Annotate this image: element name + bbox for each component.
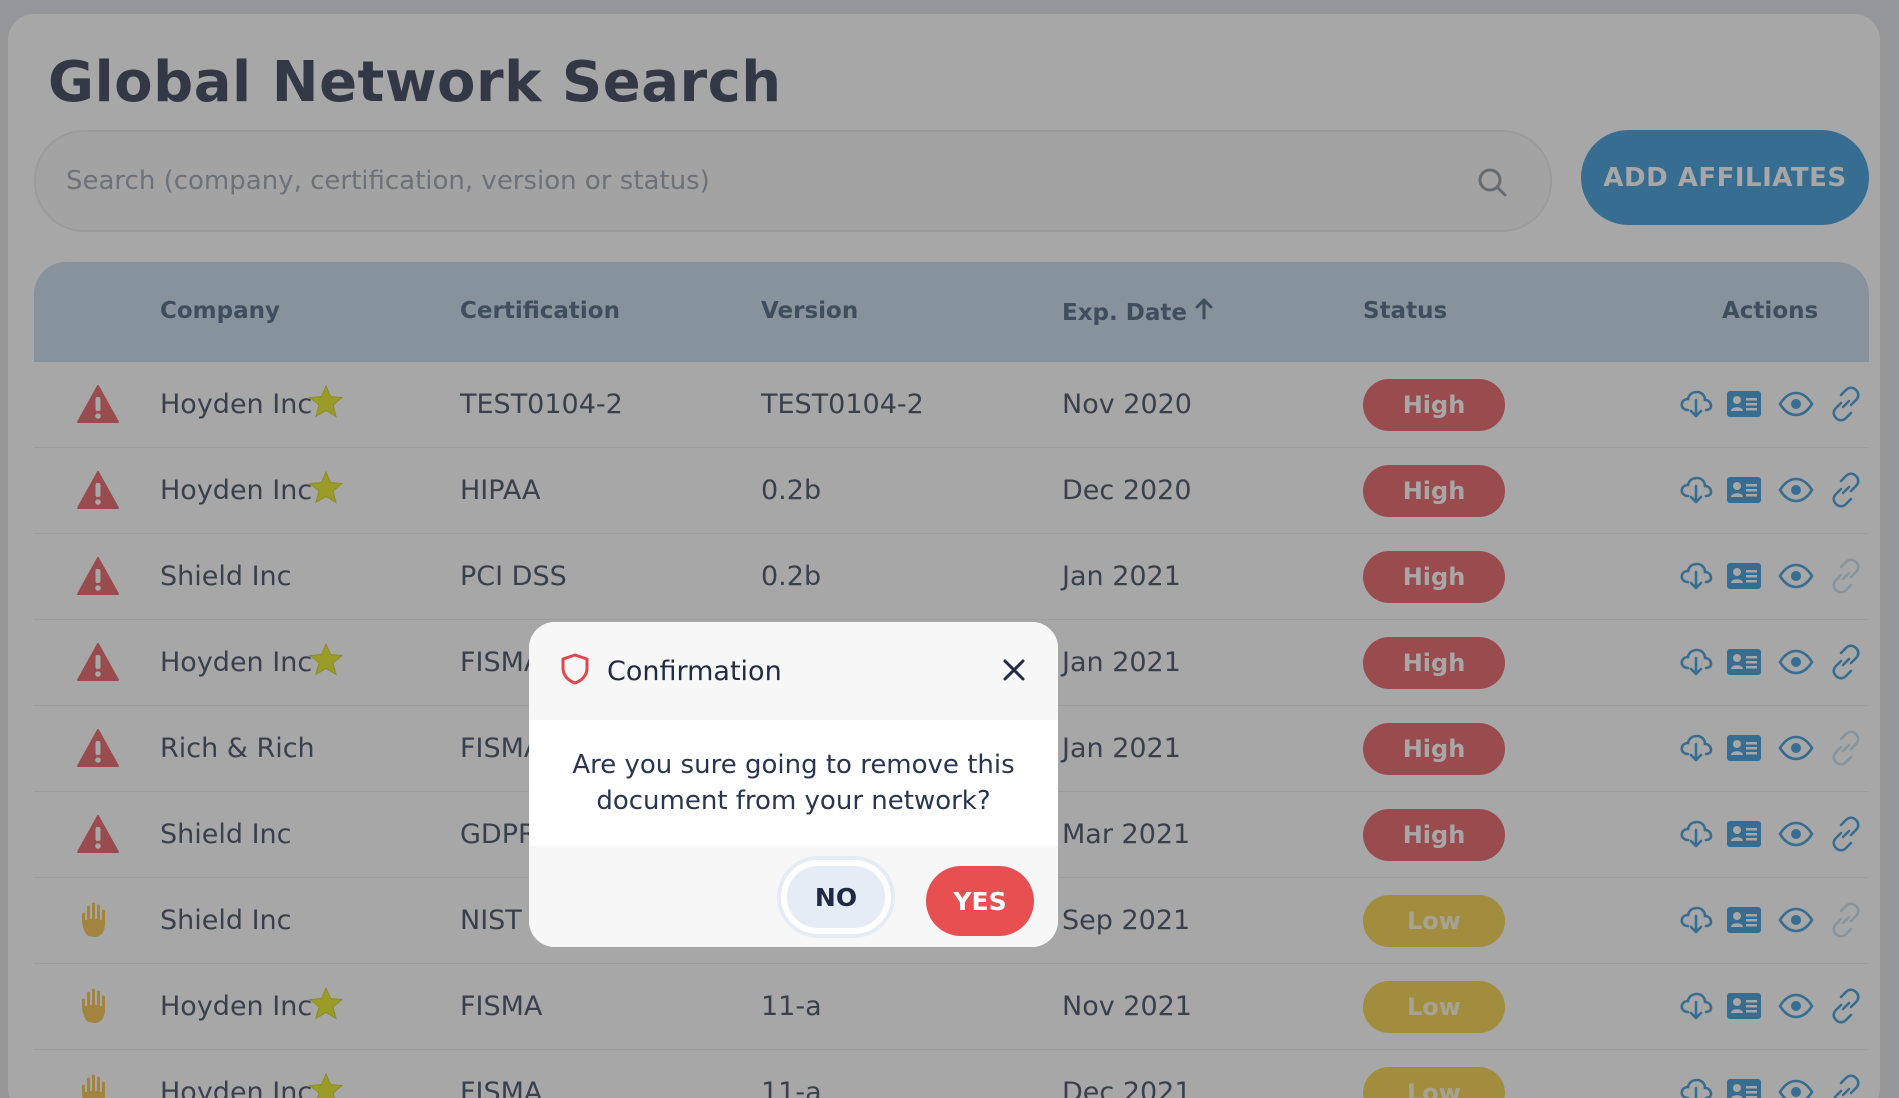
close-icon[interactable] [1000, 656, 1028, 684]
dialog-message: Are you sure going to remove this docume… [529, 720, 1058, 846]
shield-icon [561, 653, 589, 685]
confirmation-dialog: Confirmation Are you sure going to remov… [529, 622, 1058, 947]
dialog-title: Confirmation [607, 656, 782, 687]
no-button[interactable]: NO [781, 860, 891, 934]
dialog-header: Confirmation [529, 622, 1058, 720]
yes-button[interactable]: YES [926, 866, 1034, 936]
dialog-footer: NO YES [529, 846, 1058, 947]
